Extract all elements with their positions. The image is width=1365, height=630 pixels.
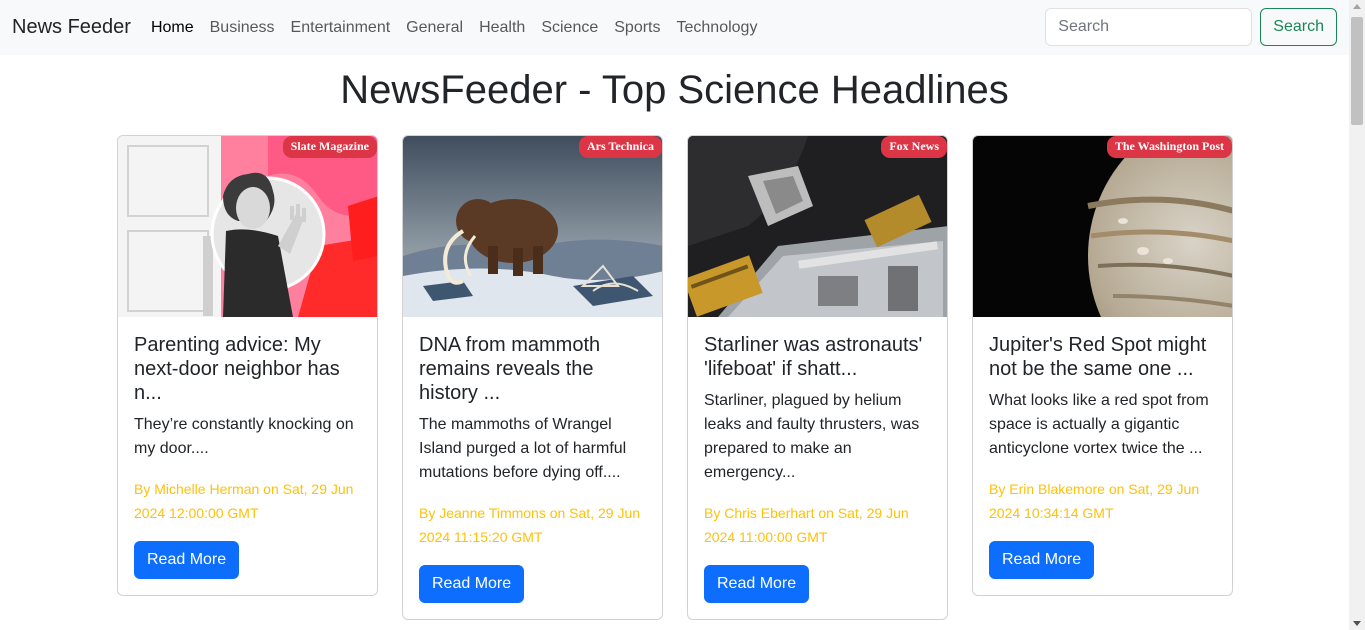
nav-link-science[interactable]: Science [533, 19, 606, 37]
card-body: Starliner was astronauts' 'lifeboat' if … [688, 317, 947, 619]
article-title: Jupiter's Red Spot might not be the same… [989, 334, 1207, 380]
space-station-photo-icon [688, 136, 947, 317]
article-image: The Washington Post [973, 136, 1232, 317]
nav-link-general[interactable]: General [398, 19, 471, 37]
scroll-down-arrow-icon[interactable] [1353, 621, 1361, 626]
card-body: Jupiter's Red Spot might not be the same… [973, 317, 1232, 595]
article-image: Slate Magazine [118, 136, 377, 317]
article-description: What looks like a red spot from space is… [989, 392, 1209, 457]
child-waving-photo-icon [118, 136, 377, 317]
brand-link[interactable]: News Feeder [12, 16, 131, 39]
scroll-up-arrow-icon[interactable] [1353, 4, 1361, 9]
read-more-button[interactable]: Read More [989, 541, 1095, 579]
mammoth-illustration-icon [403, 136, 662, 317]
navbar: News Feeder Home Business Entertainment … [0, 0, 1349, 55]
nav-links: Home Business Entertainment General Heal… [143, 19, 766, 37]
nav-link-entertainment[interactable]: Entertainment [283, 19, 399, 37]
article-title: DNA from mammoth remains reveals the his… [419, 334, 601, 404]
article-description: Starliner, plagued by helium leaks and f… [704, 392, 920, 481]
read-more-button[interactable]: Read More [134, 541, 240, 579]
news-card: Fox News Starliner was astronauts' 'life… [687, 135, 948, 620]
article-image: Ars Technica [403, 136, 662, 317]
read-more-button[interactable]: Read More [704, 565, 810, 603]
source-badge: Ars Technica [578, 136, 662, 158]
nav-link-technology[interactable]: Technology [669, 19, 766, 37]
search-input[interactable] [1045, 8, 1253, 46]
page-title: NewsFeeder - Top Science Headlines [340, 68, 1009, 112]
article-image: Fox News [688, 136, 947, 317]
article-description: They’re constantly knocking on my door..… [134, 416, 354, 457]
article-meta: By Chris Eberhart on Sat, 29 Jun 2024 11… [704, 505, 909, 545]
search-button[interactable]: Search [1260, 8, 1337, 46]
source-badge: The Washington Post [1106, 136, 1232, 158]
jupiter-photo-icon [973, 136, 1232, 317]
card-body: DNA from mammoth remains reveals the his… [403, 317, 662, 619]
article-description: The mammoths of Wrangel Island purged a … [419, 416, 627, 481]
article-meta: By Jeanne Timmons on Sat, 29 Jun 2024 11… [419, 505, 641, 545]
source-badge: Slate Magazine [282, 136, 377, 158]
news-card: Slate Magazine Parenting advice: My next… [117, 135, 378, 596]
source-badge: Fox News [881, 136, 947, 158]
nav-link-business[interactable]: Business [202, 19, 283, 37]
article-title: Starliner was astronauts' 'lifeboat' if … [704, 334, 923, 380]
scroll-thumb[interactable] [1351, 17, 1363, 125]
read-more-button[interactable]: Read More [419, 565, 525, 603]
news-card: The Washington Post Jupiter's Red Spot m… [972, 135, 1233, 596]
article-meta: By Michelle Herman on Sat, 29 Jun 2024 1… [134, 481, 354, 521]
article-title: Parenting advice: My next-door neighbor … [134, 334, 340, 404]
nav-link-home[interactable]: Home [143, 19, 202, 37]
nav-link-health[interactable]: Health [471, 19, 533, 37]
article-meta: By Erin Blakemore on Sat, 29 Jun 2024 10… [989, 481, 1200, 521]
news-card: Ars Technica DNA from mammoth remains re… [402, 135, 663, 620]
card-body: Parenting advice: My next-door neighbor … [118, 317, 377, 595]
search-form: Search [1045, 8, 1337, 46]
page-scrollbar[interactable] [1349, 0, 1365, 630]
nav-link-sports[interactable]: Sports [606, 19, 668, 37]
